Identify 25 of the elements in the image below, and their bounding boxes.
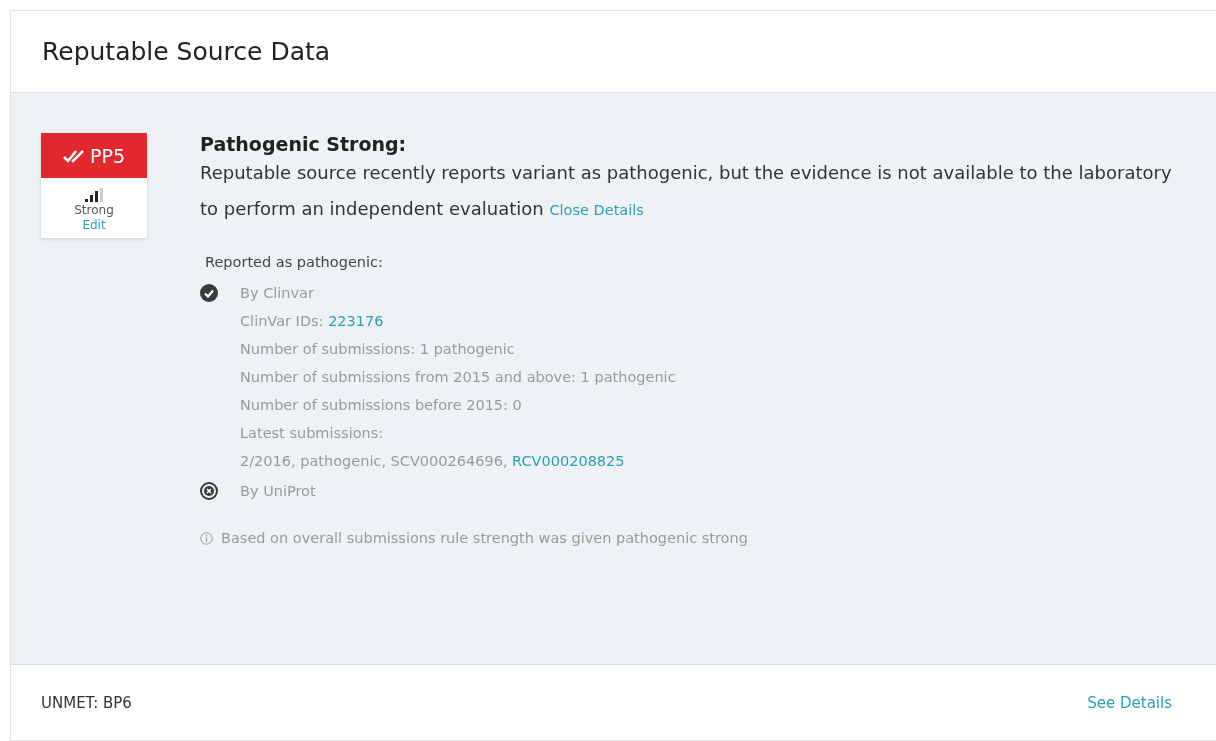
source-detail: Number of submissions: 1 pathogenic <box>240 340 516 359</box>
criterion-heading: Pathogenic Strong: <box>200 133 408 155</box>
close-details-link[interactable]: Close Details <box>549 202 644 218</box>
source-name: By UniProt <box>240 482 317 501</box>
source-detail: Number of submissions before 2015: 0 <box>240 396 523 415</box>
check-circle-icon <box>200 284 218 302</box>
cancel-circle-icon <box>200 482 218 500</box>
source-name: By Clinvar <box>240 284 315 303</box>
record-link[interactable]: RCV000208825 <box>512 453 625 469</box>
edit-link[interactable]: Edit <box>82 218 106 232</box>
criterion-description: Reputable source recently reports variant as pathogenic, but the evidence is not available to the laboratory to perform an independent evaluation Close Details <box>200 161 1173 221</box>
info-icon <box>200 531 213 545</box>
source-detail: Number of submissions from 2015 and above: 1 pathogenic <box>240 368 677 387</box>
source-detail: ClinVar IDs: 223176 <box>240 312 385 331</box>
criterion-code: PP5 <box>90 144 125 167</box>
source-detail: 2/2016, pathogenic, SCV000264696, RCV000208825 <box>240 452 626 471</box>
signal-bars-icon <box>85 188 103 202</box>
record-link[interactable]: 223176 <box>328 313 384 329</box>
note-text: Based on overall submissions rule strength was given pathogenic strong <box>221 530 748 546</box>
source-detail: Latest submissions: <box>240 424 385 443</box>
details-heading: Reported as pathogenic: <box>205 254 384 270</box>
unmet-label: UNMET: BP6 <box>41 693 132 712</box>
strength-label: Strong <box>74 203 114 217</box>
see-details-link[interactable]: See Details <box>1087 693 1172 712</box>
double-check-icon <box>63 148 87 163</box>
